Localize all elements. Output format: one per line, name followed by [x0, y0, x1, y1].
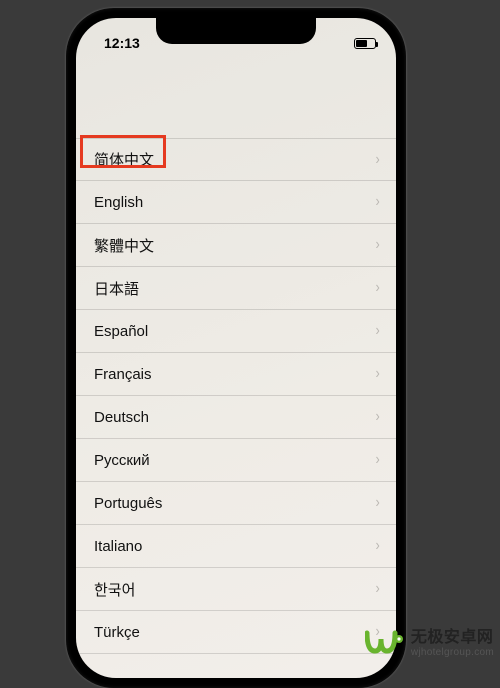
- language-row[interactable]: Türkçe›: [76, 611, 396, 654]
- chevron-right-icon: ›: [375, 580, 379, 598]
- language-row[interactable]: English ›: [76, 181, 396, 224]
- language-label: English: [94, 194, 143, 211]
- language-row[interactable]: 한국어 ›: [76, 568, 396, 611]
- language-row[interactable]: Deutsch ›: [76, 396, 396, 439]
- language-label: 한국어: [94, 579, 135, 600]
- language-row[interactable]: Русский ›: [76, 439, 396, 482]
- language-row[interactable]: Português ›: [76, 482, 396, 525]
- battery-icon: [354, 38, 376, 49]
- notch: [156, 18, 316, 44]
- language-row[interactable]: 日本語 ›: [76, 267, 396, 310]
- language-label: 简体中文: [94, 149, 154, 170]
- chevron-right-icon: ›: [375, 279, 379, 297]
- language-label: Español: [94, 323, 148, 340]
- language-label: Italiano: [94, 538, 142, 555]
- language-label: Français: [94, 366, 152, 383]
- chevron-right-icon: ›: [375, 451, 379, 469]
- watermark-title: 无极安卓网: [411, 629, 494, 647]
- language-label: Português: [94, 495, 162, 512]
- language-row[interactable]: 简体中文 ›: [76, 138, 396, 181]
- language-row[interactable]: Français ›: [76, 353, 396, 396]
- language-label: Türkçe: [94, 624, 140, 641]
- language-label: Deutsch: [94, 409, 149, 426]
- chevron-right-icon: ›: [375, 365, 379, 383]
- language-row[interactable]: Español ›: [76, 310, 396, 353]
- chevron-right-icon: ›: [375, 236, 379, 254]
- language-row[interactable]: 繁體中文 ›: [76, 224, 396, 267]
- status-icons: [354, 38, 376, 49]
- language-label: 繁體中文: [94, 235, 154, 256]
- language-label: 日本語: [94, 278, 139, 299]
- status-time: 12:13: [104, 35, 140, 51]
- watermark-logo-icon: [365, 629, 405, 659]
- chevron-right-icon: ›: [375, 494, 379, 512]
- chevron-right-icon: ›: [375, 193, 379, 211]
- phone-device: 12:13 简体中文›English›繁體中文›日本語›Español›Fran…: [66, 8, 406, 688]
- chevron-right-icon: ›: [375, 408, 379, 426]
- watermark: 无极安卓网 wjhotelgroup.com: [365, 629, 494, 659]
- language-row[interactable]: Italiano ›: [76, 525, 396, 568]
- chevron-right-icon: ›: [375, 151, 379, 169]
- chevron-right-icon: ›: [375, 322, 379, 340]
- phone-screen: 12:13 简体中文›English›繁體中文›日本語›Español›Fran…: [76, 18, 396, 678]
- language-label: Русский: [94, 452, 150, 469]
- watermark-url: wjhotelgroup.com: [411, 647, 494, 659]
- language-list: 简体中文›English›繁體中文›日本語›Español›Français›D…: [76, 138, 396, 678]
- chevron-right-icon: ›: [375, 537, 379, 555]
